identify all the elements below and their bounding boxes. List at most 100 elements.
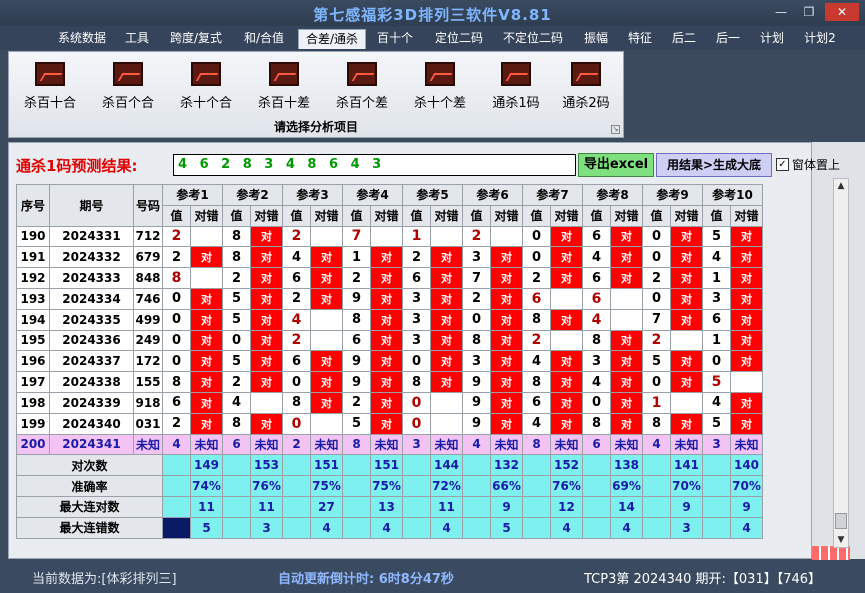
menu-item-sum-value[interactable]: 和/合值 [236,29,292,49]
col-header-ref[interactable]: 参考4 [342,184,403,206]
row-seq: 194 [16,308,50,331]
col-header-ref[interactable]: 参考8 [582,184,643,206]
kill-hundreds-tens-sum-button[interactable]: 杀百十合 [13,62,87,111]
vertical-scrollbar[interactable]: ▲ ▼ [833,178,849,548]
table-row[interactable]: 196 2024337 172 0 对 5 对 6 对 9 对 0 对 3 对 4 对 3 对 5 对 0 对 [16,350,763,373]
ref-value-cell: 7 [342,225,371,248]
stats-value: 5 [190,516,223,539]
kill-hundreds-units-diff-button[interactable]: 杀百个差 [325,62,399,111]
table-row[interactable]: 193 2024334 746 0 对 5 对 2 对 9 对 3 对 2 对 6 6 0 对 3 对 [16,287,763,310]
table-row[interactable]: 194 2024335 499 0 对 5 对 4 8 对 3 对 0 对 8 对 4 7 对 6 对 [16,308,763,331]
ref-miss-cell [670,329,703,352]
stats-spacer [282,495,311,518]
col-header-ref[interactable]: 参考5 [402,184,463,206]
col-header-value: 值 [702,204,731,227]
ref-value-cell: 6 [702,308,731,331]
ref-value-cell: 3 [702,433,731,456]
chart-icon [269,62,299,86]
ref-hit-cell: 对 [370,287,403,310]
menu-item-tools[interactable]: 工具 [118,29,156,49]
menu-item-plan[interactable]: 计划 [754,29,790,49]
stats-spacer [222,454,251,477]
row-issue: 2024340 [49,412,134,435]
menu-item-plan2[interactable]: 计划2 [798,29,842,49]
col-header-ref[interactable]: 参考7 [522,184,583,206]
menu-item-system-data[interactable]: 系统数据 [52,29,112,49]
row-number: 848 [133,267,163,289]
prediction-result-field[interactable]: 4 6 2 8 3 4 8 6 4 3 [173,154,576,176]
ref-miss-cell [730,371,763,393]
expand-icon[interactable]: ↘ [611,125,620,134]
ref-value-cell: 6 [582,433,611,456]
analysis-ribbon: 杀百十合 杀百个合 杀十个合 杀百十差 杀百个差 杀十个差 通杀1码 通杀2码 … [8,51,624,138]
stats-spacer [282,475,311,497]
minimize-icon[interactable]: — [769,3,793,21]
stats-value: 72% [430,475,463,497]
menu-item-last-two[interactable]: 后二 [666,29,702,49]
generate-base-button[interactable]: 用结果>生成大底 [656,153,772,177]
scroll-thumb[interactable] [835,513,847,529]
col-header-correct: 对错 [730,204,763,227]
menu-item-diff-kill[interactable]: 合差/通杀 [298,29,366,49]
kill-two-code-button[interactable]: 通杀2码 [549,62,623,111]
ref-value-cell: 1 [642,391,671,414]
kill-tens-units-diff-button[interactable]: 杀十个差 [403,62,477,111]
kill-hundreds-units-sum-button[interactable]: 杀百个合 [91,62,165,111]
kill-one-code-button[interactable]: 通杀1码 [479,62,553,111]
menu-item-hundreds[interactable]: 百十个 [372,29,418,49]
ref-miss-cell [610,287,643,310]
menu-item-unfixed-two[interactable]: 不定位二码 [498,29,568,49]
stats-spacer [222,516,251,539]
row-number: 918 [133,391,163,414]
menu-item-fixed-two[interactable]: 定位二码 [428,29,490,49]
chart-icon [347,62,377,86]
always-on-top-toggle[interactable]: ✓ 窗体置上 [776,156,840,173]
ref-value-cell: 0 [162,287,191,310]
table-row[interactable]: 190 2024331 712 2 8 对 2 7 1 2 0 对 6 对 0 对 5 对 [16,225,763,248]
ref-value-cell: 8 [522,433,551,456]
stats-label: 准确率 [16,475,163,497]
ref-value-cell: 3 [462,246,491,269]
ref-miss-cell [250,391,283,414]
menu-item-last-one[interactable]: 后一 [710,29,746,49]
menu-item-features[interactable]: 特征 [622,29,658,49]
menu-item-amplitude[interactable]: 振幅 [578,29,614,49]
table-row[interactable]: 197 2024338 155 8 对 2 对 0 对 9 对 8 对 9 对 8 对 4 对 0 对 5 [16,371,763,393]
checkbox-checked-icon[interactable]: ✓ [776,158,789,171]
scroll-down-icon[interactable]: ▼ [834,533,848,547]
ref-value-cell: 6 [582,287,611,310]
table-row[interactable]: 199 2024340 031 2 对 8 对 0 5 对 0 9 对 4 对 8 对 8 对 5 对 [16,412,763,435]
col-header-ref[interactable]: 参考1 [162,184,223,206]
ref-value-cell: 8 [462,329,491,352]
kill-hundreds-tens-diff-button[interactable]: 杀百十差 [247,62,321,111]
table-row[interactable]: 191 2024332 679 2 对 8 对 4 对 1 对 2 对 3 对 0 对 4 对 0 对 4 对 [16,246,763,269]
ref-hit-cell: 对 [490,371,523,393]
ref-miss-cell [310,308,343,331]
prediction-row[interactable]: 200 2024341 未知 4 未知 6 未知 2 未知 8 未知 3 未知 4 未知 8 未知 6 未知 4 未知 3… [16,433,763,456]
menu-item-span-compound[interactable]: 跨度/复式 [164,29,228,49]
ref-value-cell: 4 [642,433,671,456]
ref-value-cell: 2 [222,267,251,289]
chart-icon [571,62,601,86]
col-header-ref[interactable]: 参考6 [462,184,523,206]
col-header-ref[interactable]: 参考2 [222,184,283,206]
stats-label: 最大连对数 [16,495,163,518]
table-row[interactable]: 192 2024333 848 8 2 对 6 对 2 对 6 对 7 对 2 对 6 对 2 对 1 对 [16,267,763,289]
table-row[interactable]: 198 2024339 918 6 对 4 8 对 2 对 0 9 对 6 对 0 对 1 4 对 [16,391,763,414]
close-icon[interactable]: ✕ [825,3,859,21]
ref-hit-cell: 对 [670,308,703,331]
ref-value-cell: 1 [402,225,431,248]
col-header-ref[interactable]: 参考9 [642,184,703,206]
export-excel-button[interactable]: 导出excel [578,153,654,177]
restore-icon[interactable]: ❐ [797,3,821,21]
ref-value-cell: 9 [462,391,491,414]
col-header-ref[interactable]: 参考10 [702,184,763,206]
stats-value: 140 [730,454,763,477]
col-header-correct: 对错 [370,204,403,227]
kill-tens-units-sum-button[interactable]: 杀十个合 [169,62,243,111]
ref-value-cell: 5 [222,308,251,331]
col-header-ref[interactable]: 参考3 [282,184,343,206]
ref-value-cell: 4 [282,246,311,269]
scroll-up-icon[interactable]: ▲ [834,179,848,193]
table-row[interactable]: 195 2024336 249 0 对 0 对 2 6 对 3 对 8 对 2 8 对 2 1 对 [16,329,763,352]
